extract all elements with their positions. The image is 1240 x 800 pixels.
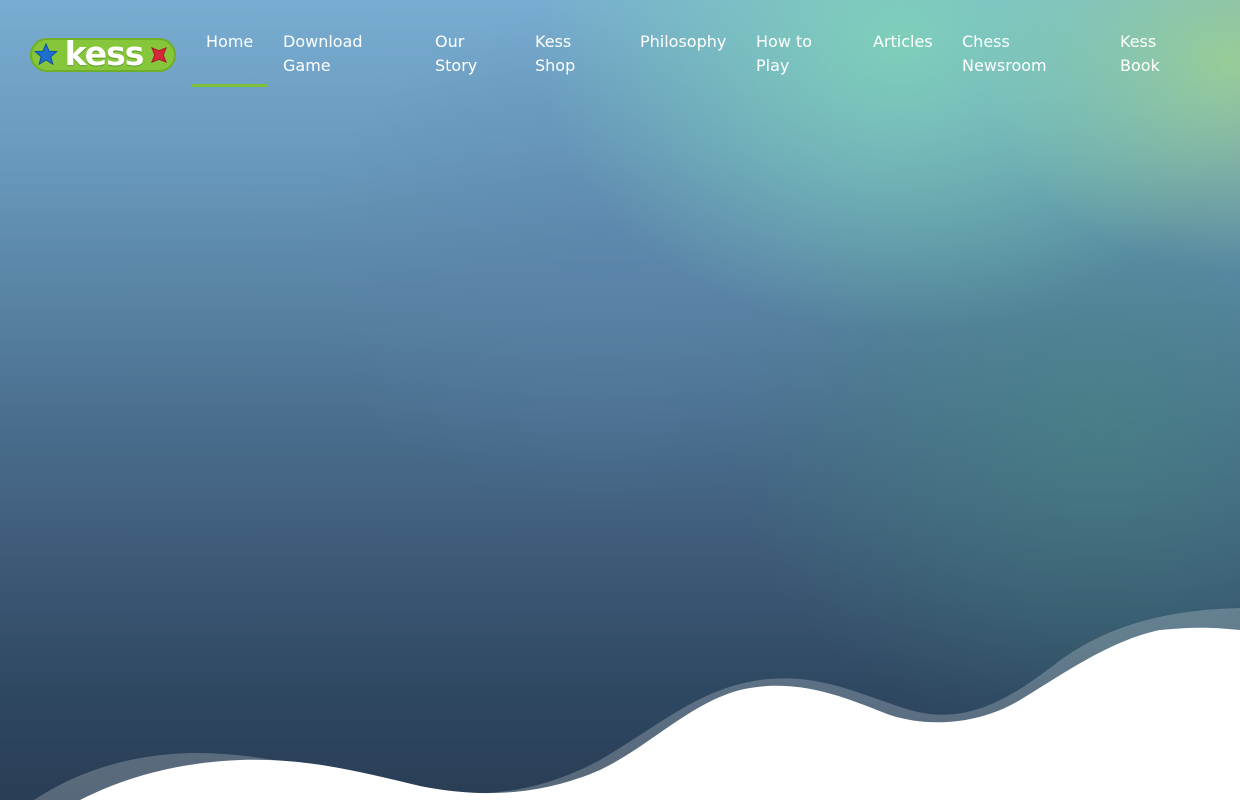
kess-logo[interactable]: kess <box>30 34 176 76</box>
blue-star-icon <box>33 42 59 66</box>
main-navigation: kess Home Download Game Our Story Kess S… <box>0 0 1240 88</box>
wave-foreground <box>80 627 1240 800</box>
nav-item-home[interactable]: Home <box>206 30 253 54</box>
nav-item-how-to-play[interactable]: How to Play <box>756 30 812 78</box>
nav-item-philosophy[interactable]: Philosophy <box>640 30 726 54</box>
logo-wordmark: kess <box>64 34 145 73</box>
nav-item-download-game[interactable]: Download Game <box>283 30 363 78</box>
nav-item-our-story[interactable]: Our Story <box>435 30 477 78</box>
nav-item-kess-shop[interactable]: Kess Shop <box>535 30 575 78</box>
red-star-icon <box>151 47 167 63</box>
nav-item-chess-newsroom[interactable]: Chess Newsroom <box>962 30 1047 78</box>
hero-background <box>0 0 1240 800</box>
nav-active-indicator <box>191 84 268 87</box>
nav-item-articles[interactable]: Articles <box>873 30 933 54</box>
nav-item-kess-book[interactable]: Kess Book <box>1120 30 1160 78</box>
hero-wave-divider <box>0 608 1240 800</box>
